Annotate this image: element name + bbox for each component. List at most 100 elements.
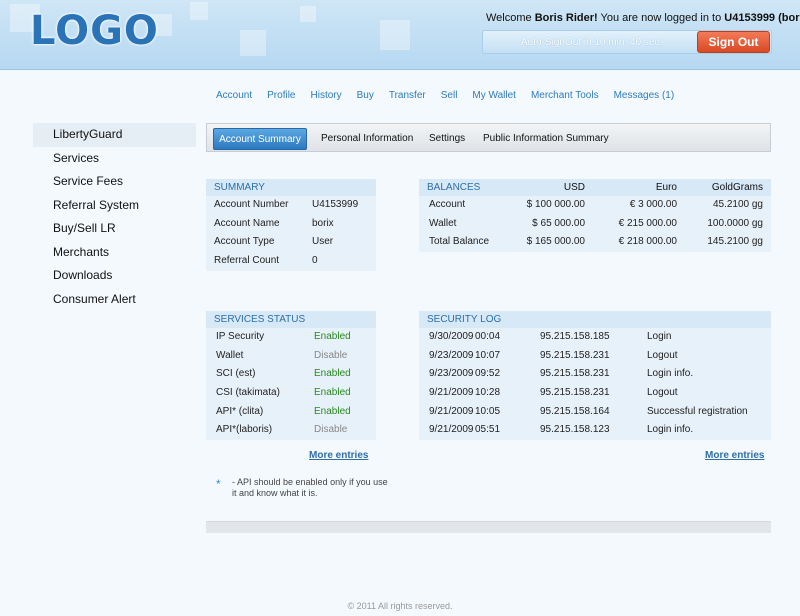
service-status[interactable]: Enabled bbox=[314, 403, 351, 422]
security-log-row: 9/23/2009 09:52 95.215.158.231 Login info. bbox=[419, 365, 771, 385]
nav-account[interactable]: Account bbox=[216, 90, 252, 101]
sidebar-item-consumer-alert[interactable]: Consumer Alert bbox=[33, 288, 196, 312]
service-row: SCI (est) Enabled bbox=[206, 365, 376, 385]
log-event: Login bbox=[647, 331, 672, 342]
log-ip: 95.215.158.123 bbox=[540, 424, 610, 436]
balances-label: Total Balance bbox=[429, 236, 490, 248]
log-time: 00:04 bbox=[475, 331, 501, 342]
log-ip: 95.215.158.185 bbox=[540, 331, 610, 342]
sidebar-item-merchants[interactable]: Merchants bbox=[33, 241, 196, 265]
sidebar-item-libertyguard[interactable]: LibertyGuard bbox=[33, 123, 196, 147]
api-note-text: - API should be enabled only if you use … bbox=[232, 477, 388, 498]
security-log-row: 9/21/2009 05:51 95.215.158.123 Login info. bbox=[419, 421, 771, 441]
balances-usd: $ 65 000.00 bbox=[532, 217, 585, 229]
balances-euro: € 3 000.00 bbox=[629, 199, 677, 210]
content-bottom-bar bbox=[206, 521, 771, 533]
tab-account-summary[interactable]: Account Summary bbox=[213, 128, 307, 150]
balances-col-usd: USD bbox=[563, 182, 585, 193]
service-status[interactable]: Enabled bbox=[314, 328, 351, 347]
footer-copyright: © 2011 All rights reserved. bbox=[347, 601, 453, 611]
log-ip: 95.215.158.231 bbox=[540, 368, 610, 380]
summary-label: Referral Count bbox=[214, 255, 280, 267]
service-row: Wallet Disable bbox=[206, 346, 376, 366]
service-name: SCI (est) bbox=[216, 368, 256, 380]
log-ip: 95.215.158.164 bbox=[540, 405, 610, 417]
log-ip: 95.215.158.231 bbox=[540, 349, 610, 361]
balances-panel: BALANCES USD Euro GoldGrams Account $ 100… bbox=[419, 179, 771, 253]
nav-transfer[interactable]: Transfer bbox=[389, 90, 426, 101]
log-date: 9/23/2009 bbox=[429, 349, 474, 361]
nav-messages[interactable]: Messages (1) bbox=[614, 90, 675, 101]
service-row: API* (clita) Enabled bbox=[206, 402, 376, 422]
asterisk-icon: * bbox=[216, 477, 221, 491]
service-row: API*(laboris) Disable bbox=[206, 421, 376, 441]
sidebar-item-referral-system[interactable]: Referral System bbox=[33, 194, 196, 218]
summary-value: 0 bbox=[312, 255, 318, 267]
balances-row: Total Balance $ 165 000.00 € 218 000.00 145… bbox=[419, 233, 771, 253]
signout-button[interactable]: Sign Out bbox=[697, 31, 770, 53]
summary-row: Account Number U4153999 bbox=[206, 196, 376, 215]
user-name: Boris Rider! bbox=[534, 12, 598, 24]
log-ip: 95.215.158.231 bbox=[540, 387, 610, 399]
summary-label: Account Name bbox=[214, 217, 280, 229]
nav-sell[interactable]: Sell bbox=[441, 90, 458, 101]
nav-my-wallet[interactable]: My Wallet bbox=[472, 90, 516, 101]
sidebar-item-service-fees[interactable]: Service Fees bbox=[33, 170, 196, 194]
log-date: 9/23/2009 bbox=[429, 368, 474, 380]
service-row: CSI (takimata) Enabled bbox=[206, 384, 376, 403]
welcome-mid: You are now logged in to bbox=[597, 12, 725, 24]
welcome-prefix: Welcome bbox=[486, 12, 535, 24]
security-log-row: 9/30/2009 00:04 95.215.158.185 Login bbox=[419, 328, 771, 347]
log-date: 9/21/2009 bbox=[429, 424, 474, 436]
balances-row: Account $ 100 000.00 € 3 000.00 45.2100 gg bbox=[419, 196, 771, 215]
summary-label: Account Type bbox=[214, 236, 275, 248]
log-date: 9/21/2009 bbox=[429, 405, 474, 417]
nav-merchant-tools[interactable]: Merchant Tools bbox=[531, 90, 599, 101]
security-more-entries-link[interactable]: More entries bbox=[705, 450, 764, 461]
log-event: Successful registration bbox=[647, 405, 748, 417]
security-log-title: SECURITY LOG bbox=[419, 311, 771, 328]
service-status[interactable]: Enabled bbox=[314, 365, 351, 384]
welcome-text: Welcome Boris Rider! You are now logged … bbox=[486, 12, 800, 24]
security-log-row: 9/21/2009 10:05 95.215.158.164 Successful r… bbox=[419, 402, 771, 422]
log-time: 10:07 bbox=[475, 349, 501, 361]
service-status[interactable]: Disable bbox=[314, 347, 347, 366]
summary-row: Account Name borix bbox=[206, 214, 376, 234]
nav-profile[interactable]: Profile bbox=[267, 90, 295, 101]
log-date: 9/30/2009 bbox=[429, 331, 474, 342]
autosignout-text: Auto-SignOut in 10 min. 40 sec. bbox=[521, 37, 663, 48]
summary-row: Account Type User bbox=[206, 233, 376, 253]
service-name: API* (clita) bbox=[216, 405, 264, 417]
balances-label: Account bbox=[429, 199, 466, 210]
top-nav: Account Profile History Buy Transfer Sell My W… bbox=[216, 90, 689, 101]
service-name: CSI (takimata) bbox=[216, 387, 280, 399]
header-decoration bbox=[300, 6, 316, 22]
nav-history[interactable]: History bbox=[311, 90, 342, 101]
summary-panel: SUMMARY Account Number U4153999 Account N… bbox=[206, 179, 376, 271]
balances-gold: 145.2100 gg bbox=[707, 236, 763, 248]
balances-euro: € 218 000.00 bbox=[618, 236, 677, 248]
logo[interactable]: LOGO bbox=[30, 8, 159, 54]
balances-header: BALANCES USD Euro GoldGrams bbox=[419, 179, 771, 196]
service-status[interactable]: Enabled bbox=[314, 384, 351, 403]
log-event: Logout bbox=[647, 349, 678, 361]
balances-gold: 100.0000 gg bbox=[707, 217, 763, 229]
balances-euro: € 215 000.00 bbox=[618, 217, 677, 229]
service-status[interactable]: Disable bbox=[314, 421, 347, 440]
summary-value: borix bbox=[312, 217, 334, 229]
log-event: Login info. bbox=[647, 424, 694, 436]
services-more-entries-link[interactable]: More entries bbox=[309, 450, 368, 461]
account-id: U4153999 (borix) bbox=[724, 12, 800, 24]
sidebar-item-buy-sell-lr[interactable]: Buy/Sell LR bbox=[33, 217, 196, 241]
sidebar-item-downloads[interactable]: Downloads bbox=[33, 264, 196, 288]
sidebar-item-services[interactable]: Services bbox=[33, 147, 196, 171]
balances-label: Wallet bbox=[429, 217, 457, 229]
tab-public-information-summary[interactable]: Public Information Summary bbox=[475, 128, 617, 150]
tab-personal-information[interactable]: Personal Information bbox=[313, 128, 421, 150]
tab-settings[interactable]: Settings bbox=[421, 128, 473, 150]
security-log-row: 9/21/2009 10:28 95.215.158.231 Logout bbox=[419, 384, 771, 403]
header-decoration bbox=[190, 2, 208, 20]
nav-buy[interactable]: Buy bbox=[357, 90, 374, 101]
summary-value: U4153999 bbox=[312, 199, 359, 210]
balances-col-goldgrams: GoldGrams bbox=[711, 182, 763, 193]
